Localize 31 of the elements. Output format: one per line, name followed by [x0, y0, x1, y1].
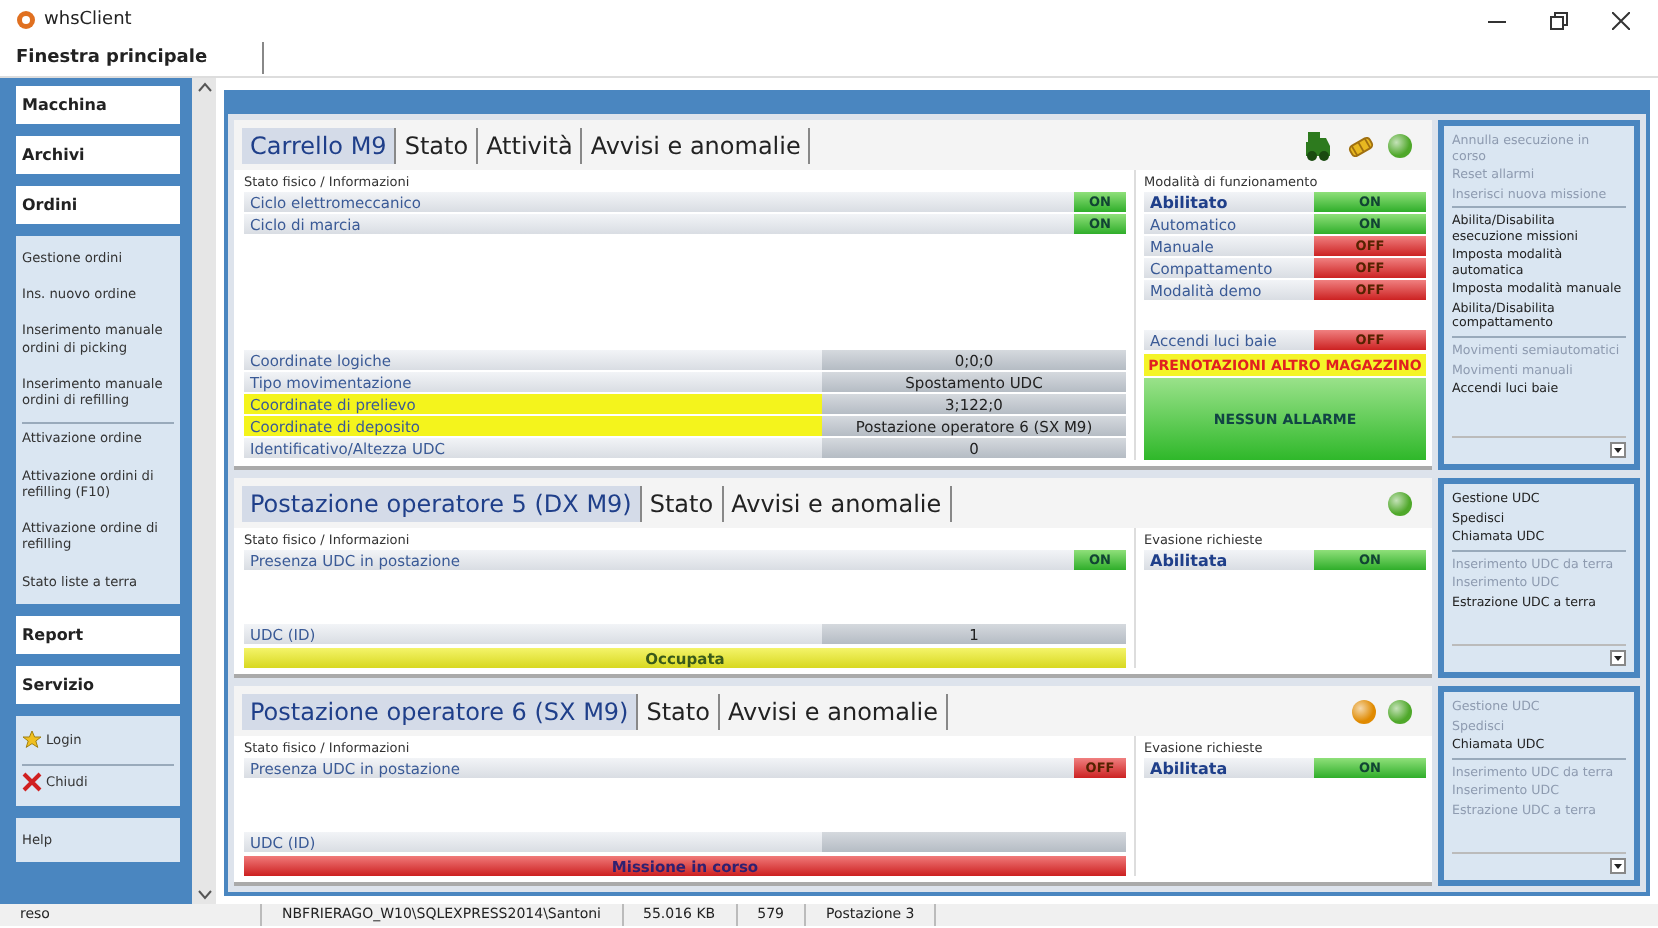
tab[interactable]: Postazione operatore 5 (DX M9) [242, 486, 642, 522]
scroll-up-icon[interactable] [197, 82, 211, 92]
mode-label: Abilitato [1144, 192, 1314, 212]
sidebar-group-header[interactable]: Report [16, 615, 180, 654]
app-icon [16, 10, 36, 30]
mode-label: Abilitata [1144, 758, 1314, 778]
machine-icon [1302, 130, 1334, 162]
tab[interactable]: Stato [638, 694, 720, 730]
star-icon [22, 729, 42, 750]
sidebar-group-header[interactable]: Macchina [16, 86, 180, 124]
main-tab[interactable]: Finestra principale [0, 42, 264, 74]
tab[interactable]: Stato [396, 128, 479, 164]
sidebar-group-header[interactable]: Ordini [16, 186, 180, 224]
dropdown-icon[interactable] [1610, 650, 1626, 666]
tab[interactable]: Stato [641, 486, 724, 522]
sidebar-group-header[interactable]: Servizio [16, 665, 180, 704]
restore-icon[interactable] [1550, 11, 1568, 29]
scroll-down-icon[interactable] [197, 890, 211, 900]
dropdown-icon[interactable] [1610, 442, 1626, 458]
tab[interactable]: Avvisi e anomalie [582, 128, 811, 164]
sidebar-group-header[interactable]: Archivi [16, 136, 180, 174]
tab[interactable]: Avvisi e anomalie [719, 694, 949, 730]
window-title: whsClient [44, 10, 132, 30]
mode-label: Abilitata [1144, 550, 1314, 570]
tab[interactable]: Carrello M9 [242, 128, 397, 164]
close-icon [22, 771, 42, 792]
dropdown-icon[interactable] [1610, 858, 1626, 874]
tab[interactable]: Attività [478, 128, 583, 164]
tab[interactable]: Postazione operatore 6 (SX M9) [242, 694, 639, 730]
close-icon[interactable] [1612, 11, 1630, 29]
tab[interactable]: Avvisi e anomalie [723, 486, 952, 522]
